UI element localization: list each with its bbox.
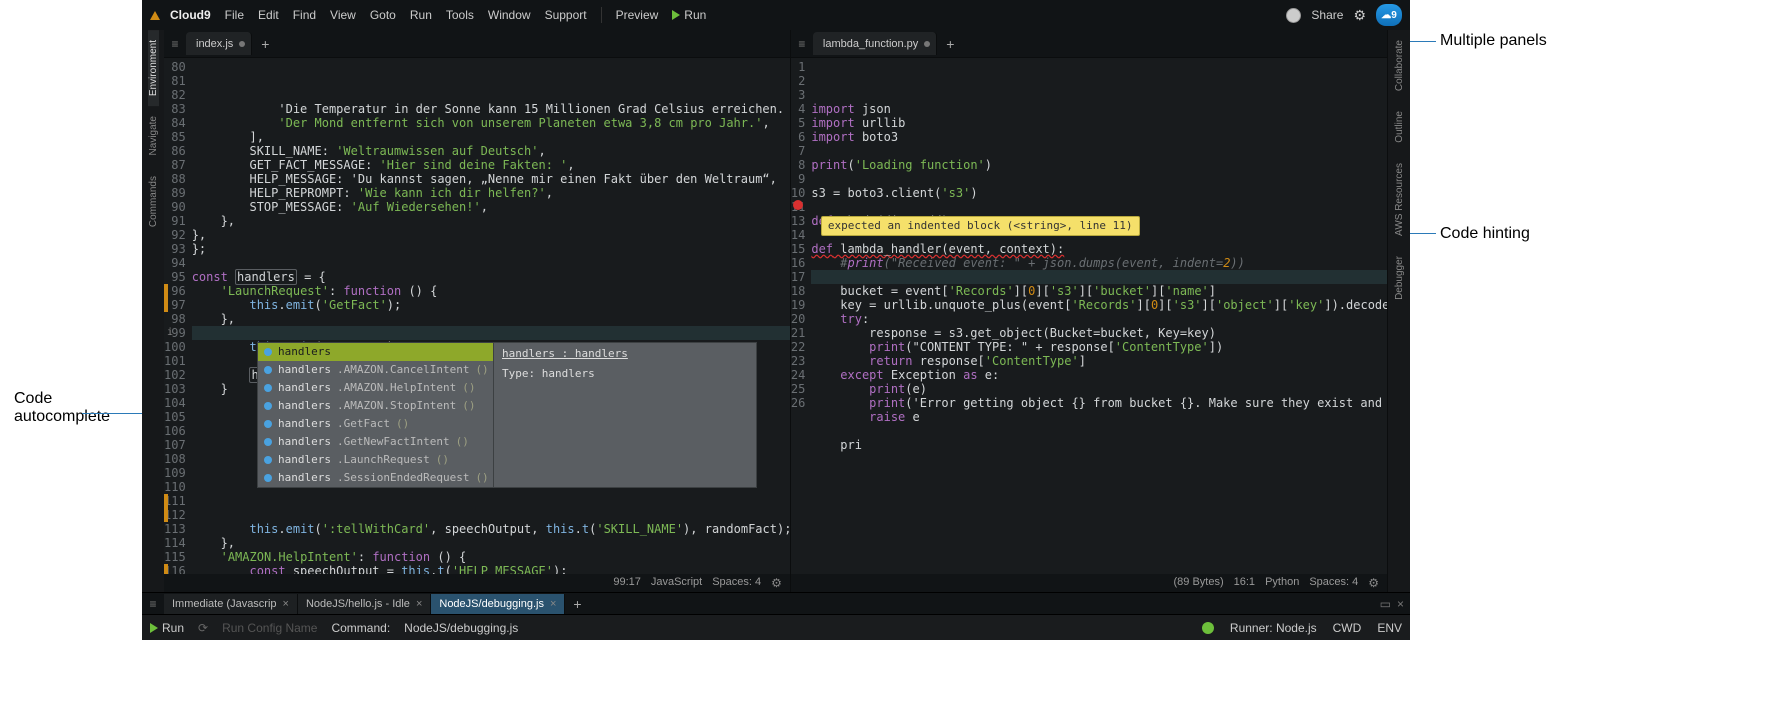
menu-window[interactable]: Window [488,8,531,22]
sidebar-tab-debugger[interactable]: Debugger [1394,246,1405,310]
autocomplete-item[interactable]: handlers.GetFact () [258,415,493,433]
language-label[interactable]: Python [1265,576,1299,590]
dirty-indicator-icon [239,41,245,47]
status-bar-right: (89 Bytes) 16:1 Python Spaces: 4 ⚙ [791,574,1387,592]
play-icon [672,10,680,20]
play-icon [150,623,158,633]
close-icon[interactable]: × [416,598,422,610]
file-size: (89 Bytes) [1174,576,1224,590]
top-menu-bar: Cloud9 File Edit Find View Goto Run Tool… [142,0,1410,30]
left-sidebar: Environment Navigate Commands [142,30,164,592]
editor-panel-right: ≡ lambda_function.py + 12345678910111314… [791,30,1388,592]
ide-window: Cloud9 File Edit Find View Goto Run Tool… [142,0,1410,640]
language-label[interactable]: JavaScript [651,576,702,590]
run-config-bar: Run ⟳ Run Config Name Command: NodeJS/de… [142,614,1410,640]
tab-bar: ≡ lambda_function.py + [791,30,1387,58]
nodejs-icon [1202,622,1214,634]
autocomplete-item[interactable]: handlers.AMAZON.HelpIntent () [258,379,493,397]
autocomplete-item[interactable]: handlers.AMAZON.CancelIntent () [258,361,493,379]
menu-view[interactable]: View [330,8,356,22]
code-editor-left[interactable]: i 80818283848586878889909192939495969798… [164,58,790,574]
sidebar-tab-aws-resources[interactable]: AWS Resources [1394,153,1405,246]
new-tab-button[interactable]: + [941,35,959,53]
file-tab-lambda-py[interactable]: lambda_function.py [813,32,937,55]
code-editor-right[interactable]: 1234567891011131415161718192021222324252… [791,58,1387,574]
run-config-name-input[interactable]: Run Config Name [222,621,317,635]
bottom-tab-hello[interactable]: NodeJS/hello.js - Idle× [298,594,431,614]
sidebar-tab-commands[interactable]: Commands [148,166,159,237]
preview-button[interactable]: Preview [616,8,659,22]
menu-tools[interactable]: Tools [446,8,474,22]
new-tab-button[interactable]: + [565,596,589,612]
cwd-button[interactable]: CWD [1333,621,1362,635]
code-hint-tooltip: expected an indented block (<string>, li… [821,216,1140,236]
status-bar-left: 99:17 JavaScript Spaces: 4 ⚙ [164,574,790,592]
cursor-position: 16:1 [1234,576,1255,590]
autocomplete-item[interactable]: handlers.AMAZON.StopIntent () [258,397,493,415]
code-body[interactable]: import jsonimport urllibimport boto3prin… [811,58,1387,574]
bottom-tab-debugging[interactable]: NodeJS/debugging.js× [431,594,565,614]
sidebar-tab-outline[interactable]: Outline [1394,101,1405,153]
menu-bar: File Edit Find View Goto Run Tools Windo… [225,8,587,22]
callout-code-autocomplete: Code autocomplete [14,390,110,426]
sidebar-tab-environment[interactable]: Environment [148,30,159,106]
env-button[interactable]: ENV [1377,621,1402,635]
callout-multiple-panels: Multiple panels [1440,32,1547,50]
dirty-indicator-icon [924,41,930,47]
runner-selector[interactable]: Runner: Node.js [1230,621,1317,635]
gear-icon[interactable]: ⚙ [1353,7,1366,24]
cursor-position: 99:17 [613,576,641,590]
list-icon[interactable]: ≡ [164,30,186,57]
line-numbers: 1234567891011131415161718192021222324252… [791,58,811,574]
new-tab-button[interactable]: + [256,35,274,53]
autocomplete-item[interactable]: handlers [258,343,493,361]
close-icon[interactable]: × [283,598,289,610]
gear-icon[interactable]: ⚙ [771,576,782,590]
warning-icon [150,11,160,20]
run-button[interactable]: Run [150,621,184,635]
close-icon[interactable]: × [550,598,556,610]
command-label: Command: [331,621,390,635]
autocomplete-item[interactable]: handlers.SessionEndedRequest () [258,469,493,487]
gear-icon[interactable]: ⚙ [1368,576,1379,590]
autocomplete-description: handlers : handlers Type: handlers [494,342,757,488]
divider [601,7,602,23]
code-body[interactable]: 'Die Temperatur in der Sonne kann 15 Mil… [192,58,790,574]
autocomplete-item[interactable]: handlers.LaunchRequest () [258,451,493,469]
right-sidebar: Collaborate Outline AWS Resources Debugg… [1388,30,1410,592]
list-icon[interactable]: ≡ [142,593,164,614]
menu-edit[interactable]: Edit [258,8,279,22]
avatar-icon[interactable] [1286,8,1301,23]
autocomplete-item[interactable]: handlers.GetNewFactIntent () [258,433,493,451]
menu-find[interactable]: Find [293,8,316,22]
bottom-panel-tabs: ≡ Immediate (Javascrip× NodeJS/hello.js … [142,592,1410,614]
sidebar-tab-navigate[interactable]: Navigate [148,106,159,165]
list-icon[interactable]: ≡ [791,30,813,57]
refresh-icon[interactable]: ⟳ [198,621,208,635]
share-button[interactable]: Share [1311,8,1343,22]
brand-label: Cloud9 [170,8,211,22]
file-tab-index-js[interactable]: index.js [186,32,252,55]
autocomplete-popup: handlershandlers.AMAZON.CancelIntent ()h… [257,342,757,488]
error-marker-icon[interactable] [793,200,803,210]
maximize-icon[interactable]: ▭ [1380,597,1391,611]
menu-file[interactable]: File [225,8,244,22]
editor-panel-left: ≡ index.js + i [164,30,791,592]
bottom-tab-immediate[interactable]: Immediate (Javascrip× [164,594,298,614]
tab-bar: ≡ index.js + [164,30,790,58]
callout-code-hinting: Code hinting [1440,225,1530,243]
menu-run[interactable]: Run [410,8,432,22]
run-button[interactable]: Run [672,8,706,22]
menu-goto[interactable]: Goto [370,8,396,22]
info-icon: i [167,326,173,340]
autocomplete-list[interactable]: handlershandlers.AMAZON.CancelIntent ()h… [257,342,494,488]
cloud9-badge-icon[interactable]: ☁9 [1376,4,1402,26]
line-numbers: 8081828384858687888990919293949596979899… [164,58,192,574]
sidebar-tab-collaborate[interactable]: Collaborate [1394,30,1405,101]
close-icon[interactable]: × [1397,597,1404,611]
command-value[interactable]: NodeJS/debugging.js [404,621,518,635]
menu-support[interactable]: Support [545,8,587,22]
spaces-label[interactable]: Spaces: 4 [1309,576,1358,590]
spaces-label[interactable]: Spaces: 4 [712,576,761,590]
